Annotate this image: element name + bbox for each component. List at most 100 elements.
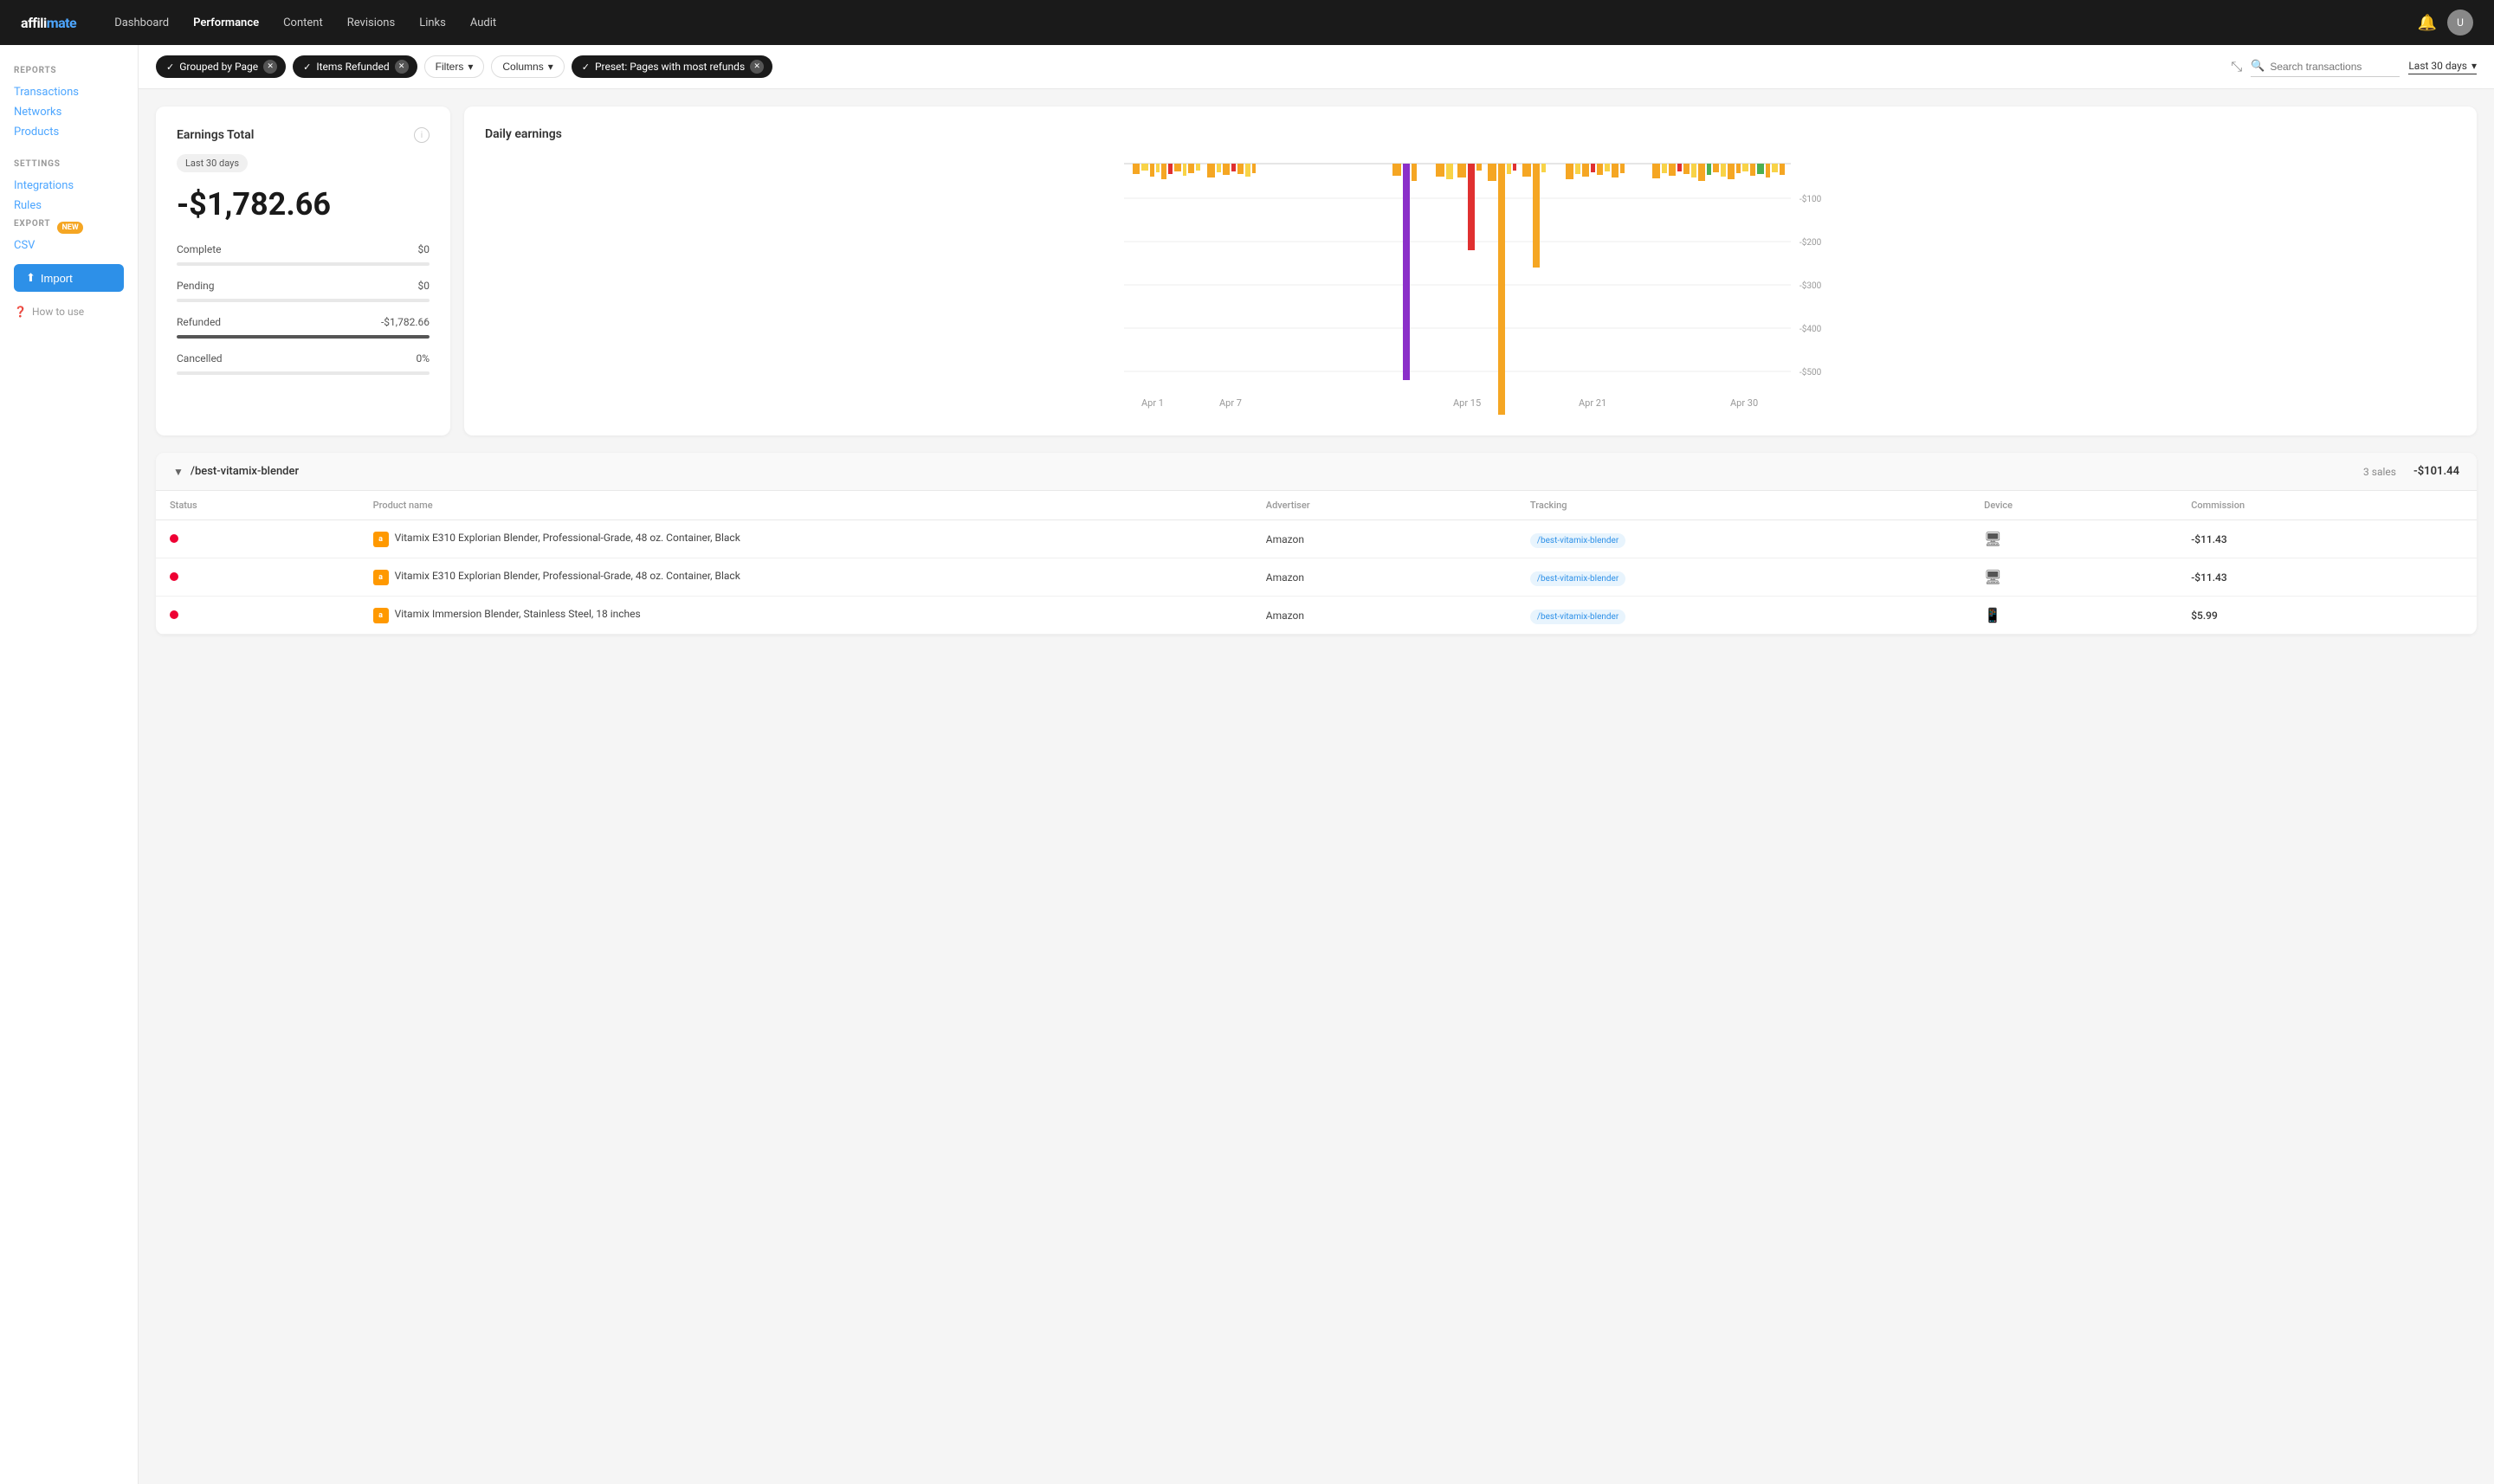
row-device-3: 📱 [1970, 597, 2177, 635]
refunded-label: Refunded [177, 316, 221, 328]
search-icon: 🔍 [2251, 60, 2265, 73]
date-range-button[interactable]: Last 30 days ▾ [2408, 60, 2477, 74]
check-icon-3: ✓ [582, 61, 590, 73]
sidebar-item-rules[interactable]: Rules [14, 196, 124, 216]
nav-links[interactable]: Links [409, 11, 456, 35]
desktop-icon-2: 🖥 [1984, 569, 2001, 585]
earnings-card-title: Earnings Total [177, 128, 254, 142]
group-header[interactable]: ▼ /best-vitamix-blender 3 sales -$101.44 [156, 453, 2477, 491]
check-icon: ✓ [166, 61, 174, 73]
svg-text:-$200: -$200 [1799, 236, 1822, 248]
commission-value-2: -$11.43 [2191, 571, 2227, 584]
chip-items-refunded[interactable]: ✓ Items Refunded ✕ [293, 55, 417, 78]
row-product-1: a Vitamix E310 Explorian Blender, Profes… [359, 520, 1252, 558]
svg-text:Apr 15: Apr 15 [1453, 397, 1481, 409]
search-input[interactable] [2270, 61, 2400, 73]
row-tracking-3: /best-vitamix-blender [1516, 597, 1970, 635]
nav-revisions[interactable]: Revisions [337, 11, 405, 35]
amazon-logo-2: a [373, 570, 389, 585]
group-page-name: /best-vitamix-blender [191, 465, 299, 478]
earnings-row-pending: Pending $0 [177, 280, 430, 292]
chart-container: -$100 -$200 -$300 -$400 -$500 [485, 155, 2456, 415]
nav-content[interactable]: Content [273, 11, 333, 35]
commission-value-3: $5.99 [2191, 610, 2218, 622]
chip-preset[interactable]: ✓ Preset: Pages with most refunds ✕ [572, 55, 772, 78]
status-dot-refunded [170, 534, 178, 543]
row-product-3: a Vitamix Immersion Blender, Stainless S… [359, 597, 1252, 635]
col-device: Device [1970, 491, 2177, 520]
table-section: ▼ /best-vitamix-blender 3 sales -$101.44… [156, 453, 2477, 635]
desktop-icon-1: 🖥 [1984, 531, 2001, 547]
brand-logo[interactable]: affilimate [21, 15, 76, 31]
chip-grouped-label: Grouped by Page [179, 61, 258, 73]
sidebar-item-integrations[interactable]: Integrations [14, 176, 124, 196]
filters-dropdown[interactable]: Filters ▾ [424, 55, 485, 78]
columns-dropdown[interactable]: Columns ▾ [491, 55, 564, 78]
remove-grouped-button[interactable]: ✕ [263, 60, 277, 74]
user-avatar[interactable]: U [2447, 10, 2473, 35]
chevron-down-icon-3: ▾ [2471, 60, 2477, 72]
chart-card: Daily earnings -$100 -$200 - [464, 106, 2477, 436]
table-row: a Vitamix E310 Explorian Blender, Profes… [156, 520, 2477, 558]
tracking-badge-1[interactable]: /best-vitamix-blender [1530, 533, 1625, 548]
date-range-label: Last 30 days [2408, 60, 2467, 72]
daily-earnings-chart: -$100 -$200 -$300 -$400 -$500 [485, 155, 2456, 415]
upload-icon: ⬆ [26, 271, 36, 285]
summary-row: Earnings Total i Last 30 days -$1,782.66… [156, 106, 2477, 436]
filter-bar-right: ⤡ 🔍 Last 30 days ▾ [2231, 56, 2477, 77]
sidebar-item-products[interactable]: Products [14, 122, 124, 142]
amazon-logo-1: a [373, 532, 389, 547]
row-tracking-2: /best-vitamix-blender [1516, 558, 1970, 597]
notifications-icon[interactable]: 🔔 [2418, 14, 2437, 32]
remove-refunded-button[interactable]: ✕ [395, 60, 409, 74]
import-button-label: Import [41, 272, 73, 285]
search-box: 🔍 [2251, 56, 2400, 77]
svg-text:Apr 30: Apr 30 [1730, 397, 1758, 409]
row-status-3 [156, 597, 359, 635]
col-status: Status [156, 491, 359, 520]
sidebar-item-networks[interactable]: Networks [14, 102, 124, 122]
group-stats: 3 sales -$101.44 [2363, 465, 2459, 478]
svg-text:Apr 7: Apr 7 [1219, 397, 1242, 409]
chevron-down-icon-2: ▾ [548, 61, 553, 73]
nav-audit[interactable]: Audit [460, 11, 507, 35]
earnings-card: Earnings Total i Last 30 days -$1,782.66… [156, 106, 450, 436]
chart-title: Daily earnings [485, 127, 2456, 141]
row-device-1: 🖥 [1970, 520, 2177, 558]
chip-grouped-by-page[interactable]: ✓ Grouped by Page ✕ [156, 55, 286, 78]
pending-label: Pending [177, 280, 215, 292]
sidebar-item-csv[interactable]: CSV [14, 236, 124, 255]
pending-progress [177, 299, 430, 302]
import-button[interactable]: ⬆ Import [14, 264, 124, 292]
table-row: a Vitamix Immersion Blender, Stainless S… [156, 597, 2477, 635]
nav-performance[interactable]: Performance [183, 11, 269, 35]
amazon-logo-3: a [373, 608, 389, 623]
check-icon-2: ✓ [303, 61, 311, 73]
cancelled-progress [177, 371, 430, 375]
svg-text:-$300: -$300 [1799, 280, 1822, 291]
row-advertiser-1: Amazon [1252, 520, 1516, 558]
col-commission: Commission [2177, 491, 2477, 520]
tracking-badge-3[interactable]: /best-vitamix-blender [1530, 610, 1625, 624]
remove-preset-button[interactable]: ✕ [750, 60, 764, 74]
row-device-2: 🖥 [1970, 558, 2177, 597]
pending-value: $0 [418, 280, 430, 292]
group-chevron-icon: ▼ [173, 466, 184, 478]
earnings-row-refunded: Refunded -$1,782.66 [177, 316, 430, 328]
cancelled-value: 0% [416, 352, 430, 365]
sidebar-item-transactions[interactable]: Transactions [14, 82, 124, 102]
expand-icon[interactable]: ⤡ [2231, 58, 2242, 75]
how-to-use-link[interactable]: ❓ How to use [14, 306, 124, 318]
chip-refunded-label: Items Refunded [316, 61, 389, 73]
status-dot-refunded-2 [170, 572, 178, 581]
row-advertiser-3: Amazon [1252, 597, 1516, 635]
svg-text:Apr 1: Apr 1 [1141, 397, 1164, 409]
info-icon[interactable]: i [414, 127, 430, 143]
tracking-badge-2[interactable]: /best-vitamix-blender [1530, 571, 1625, 586]
complete-label: Complete [177, 243, 222, 255]
filter-bar: ✓ Grouped by Page ✕ ✓ Items Refunded ✕ F… [139, 45, 2494, 89]
nav-dashboard[interactable]: Dashboard [104, 11, 179, 35]
commission-value-1: -$11.43 [2191, 533, 2227, 545]
earnings-row-complete: Complete $0 [177, 243, 430, 255]
row-commission-3: $5.99 [2177, 597, 2477, 635]
